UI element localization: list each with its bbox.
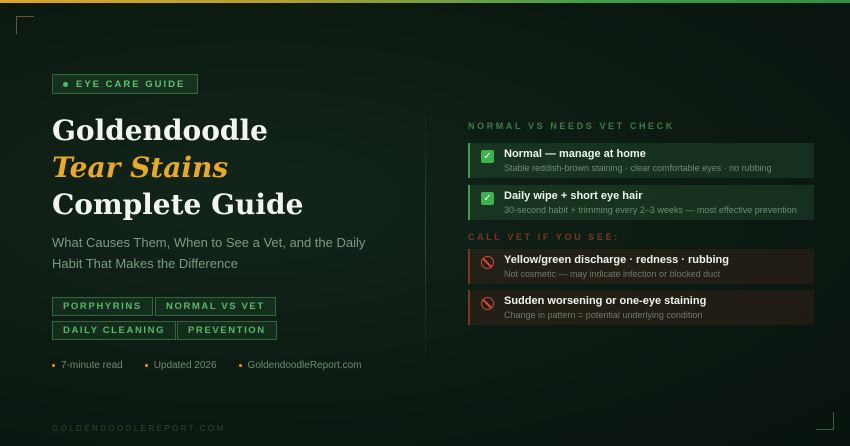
corner-bracket-top-left xyxy=(16,16,34,34)
meta-site-label[interactable]: GoldendoodleReport.com xyxy=(248,360,362,371)
footer-url: GOLDENDOODLEREPORT.COM xyxy=(52,424,226,433)
column-divider xyxy=(425,100,426,370)
title-line-3: Complete Guide xyxy=(52,188,304,221)
card-title: Normal — manage at home xyxy=(504,148,646,160)
meta-info: 7-minute read Updated 2026 GoldendoodleR… xyxy=(52,360,362,371)
meta-updated: Updated 2026 xyxy=(144,360,217,371)
check-icon: ✓ xyxy=(481,150,494,163)
tag-daily-cleaning: DAILY CLEANING xyxy=(52,321,177,340)
section-label-normal: NORMAL VS NEEDS VET CHECK xyxy=(468,121,675,131)
prohibit-icon xyxy=(481,256,494,269)
card-daily-wipe: ✓ Daily wipe + short eye hair 30-second … xyxy=(468,185,814,220)
meta-site[interactable]: GoldendoodleReport.com xyxy=(238,360,362,371)
bullet-icon xyxy=(144,364,148,367)
subtitle: What Causes Them, When to See a Vet, and… xyxy=(52,235,366,271)
corner-bracket-bottom-right xyxy=(816,412,834,430)
card-title: Sudden worsening or one-eye staining xyxy=(504,295,707,307)
badge-dot-icon xyxy=(63,81,68,87)
card-discharge-warning: Yellow/green discharge · redness · rubbi… xyxy=(468,249,814,284)
tag-prevention: PREVENTION xyxy=(177,321,277,340)
title-line-2: Tear Stains xyxy=(52,151,229,184)
card-title: Daily wipe + short eye hair xyxy=(504,190,643,202)
top-accent-bar xyxy=(0,0,850,3)
meta-read-time: 7-minute read xyxy=(52,360,123,371)
card-title: Yellow/green discharge · redness · rubbi… xyxy=(504,254,729,266)
title-line-1: Goldendoodle xyxy=(52,114,268,147)
category-badge: EYE CARE GUIDE xyxy=(52,74,199,94)
card-desc: Not cosmetic — may indicate infection or… xyxy=(504,269,721,279)
bullet-icon xyxy=(238,364,242,367)
section-label-vet: CALL VET IF YOU SEE: xyxy=(468,232,620,242)
card-desc: Stable reddish-brown staining · clear co… xyxy=(504,163,772,173)
card-sudden-worsening: Sudden worsening or one-eye staining Cha… xyxy=(468,290,814,325)
tag-porphyrins: PORPHYRINS xyxy=(52,297,153,316)
meta-read-time-label: 7-minute read xyxy=(61,360,123,371)
card-normal-manage: ✓ Normal — manage at home Stable reddish… xyxy=(468,143,814,178)
card-desc: 30-second habit + trimming every 2–3 wee… xyxy=(504,205,797,215)
tag-normal-vs-vet: NORMAL VS VET xyxy=(155,297,276,316)
prohibit-icon xyxy=(481,297,494,310)
page-title: Goldendoodle Tear Stains Complete Guide xyxy=(52,112,303,223)
check-icon: ✓ xyxy=(481,192,494,205)
meta-updated-label: Updated 2026 xyxy=(153,360,217,371)
bullet-icon xyxy=(52,364,55,367)
badge-label: EYE CARE GUIDE xyxy=(76,78,186,90)
card-desc: Change in pattern = potential underlying… xyxy=(504,310,703,320)
